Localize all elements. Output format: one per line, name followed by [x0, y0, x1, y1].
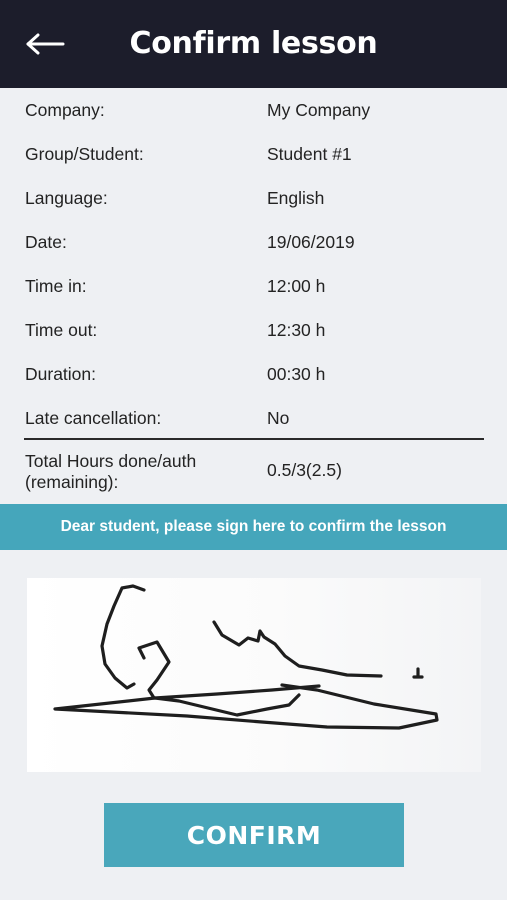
- detail-row-duration: Duration: 00:30 h: [0, 352, 507, 396]
- signature-drawing: [53, 584, 439, 730]
- detail-value: No: [267, 408, 290, 428]
- detail-value: 12:30 h: [267, 320, 326, 340]
- signature-pad[interactable]: [27, 578, 481, 772]
- detail-label: Date:: [25, 232, 67, 252]
- detail-row-time-out: Time out: 12:30 h: [0, 308, 507, 352]
- total-label-line: (remaining):: [25, 472, 119, 492]
- detail-row-date: Date: 19/06/2019: [0, 220, 507, 264]
- total-label-line: Total Hours done/auth: [25, 451, 197, 471]
- detail-label: Group/Student:: [25, 144, 144, 164]
- detail-row-late-cancellation: Late cancellation: No: [0, 396, 507, 440]
- detail-label: Time out:: [25, 320, 98, 340]
- detail-value: English: [267, 188, 325, 208]
- app-header: Confirm lesson: [0, 0, 507, 88]
- detail-row-company: Company: My Company: [0, 88, 507, 132]
- detail-label: Company:: [25, 100, 105, 120]
- detail-row-language: Language: English: [0, 176, 507, 220]
- detail-value: 19/06/2019: [267, 232, 355, 252]
- detail-label: Language:: [25, 188, 108, 208]
- detail-label: Duration:: [25, 364, 97, 384]
- detail-value: 00:30 h: [267, 364, 326, 384]
- page-title: Confirm lesson: [129, 26, 378, 61]
- detail-value: Student #1: [267, 144, 352, 164]
- detail-label: Late cancellation:: [25, 408, 162, 428]
- details-divider: [24, 438, 484, 440]
- signature-prompt-banner: Dear student, please sign here to confir…: [0, 504, 507, 550]
- detail-label: Total Hours done/auth (remaining):: [25, 451, 245, 493]
- confirm-button[interactable]: CONFIRM: [104, 803, 404, 867]
- detail-label: Time in:: [25, 276, 87, 296]
- detail-value: 0.5/3(2.5): [267, 460, 342, 480]
- detail-row-group-student: Group/Student: Student #1: [0, 132, 507, 176]
- detail-value: 12:00 h: [267, 276, 326, 296]
- detail-row-time-in: Time in: 12:00 h: [0, 264, 507, 308]
- detail-value: My Company: [267, 100, 371, 120]
- detail-row-total-hours: Total Hours done/auth (remaining): 0.5/3…: [0, 448, 507, 498]
